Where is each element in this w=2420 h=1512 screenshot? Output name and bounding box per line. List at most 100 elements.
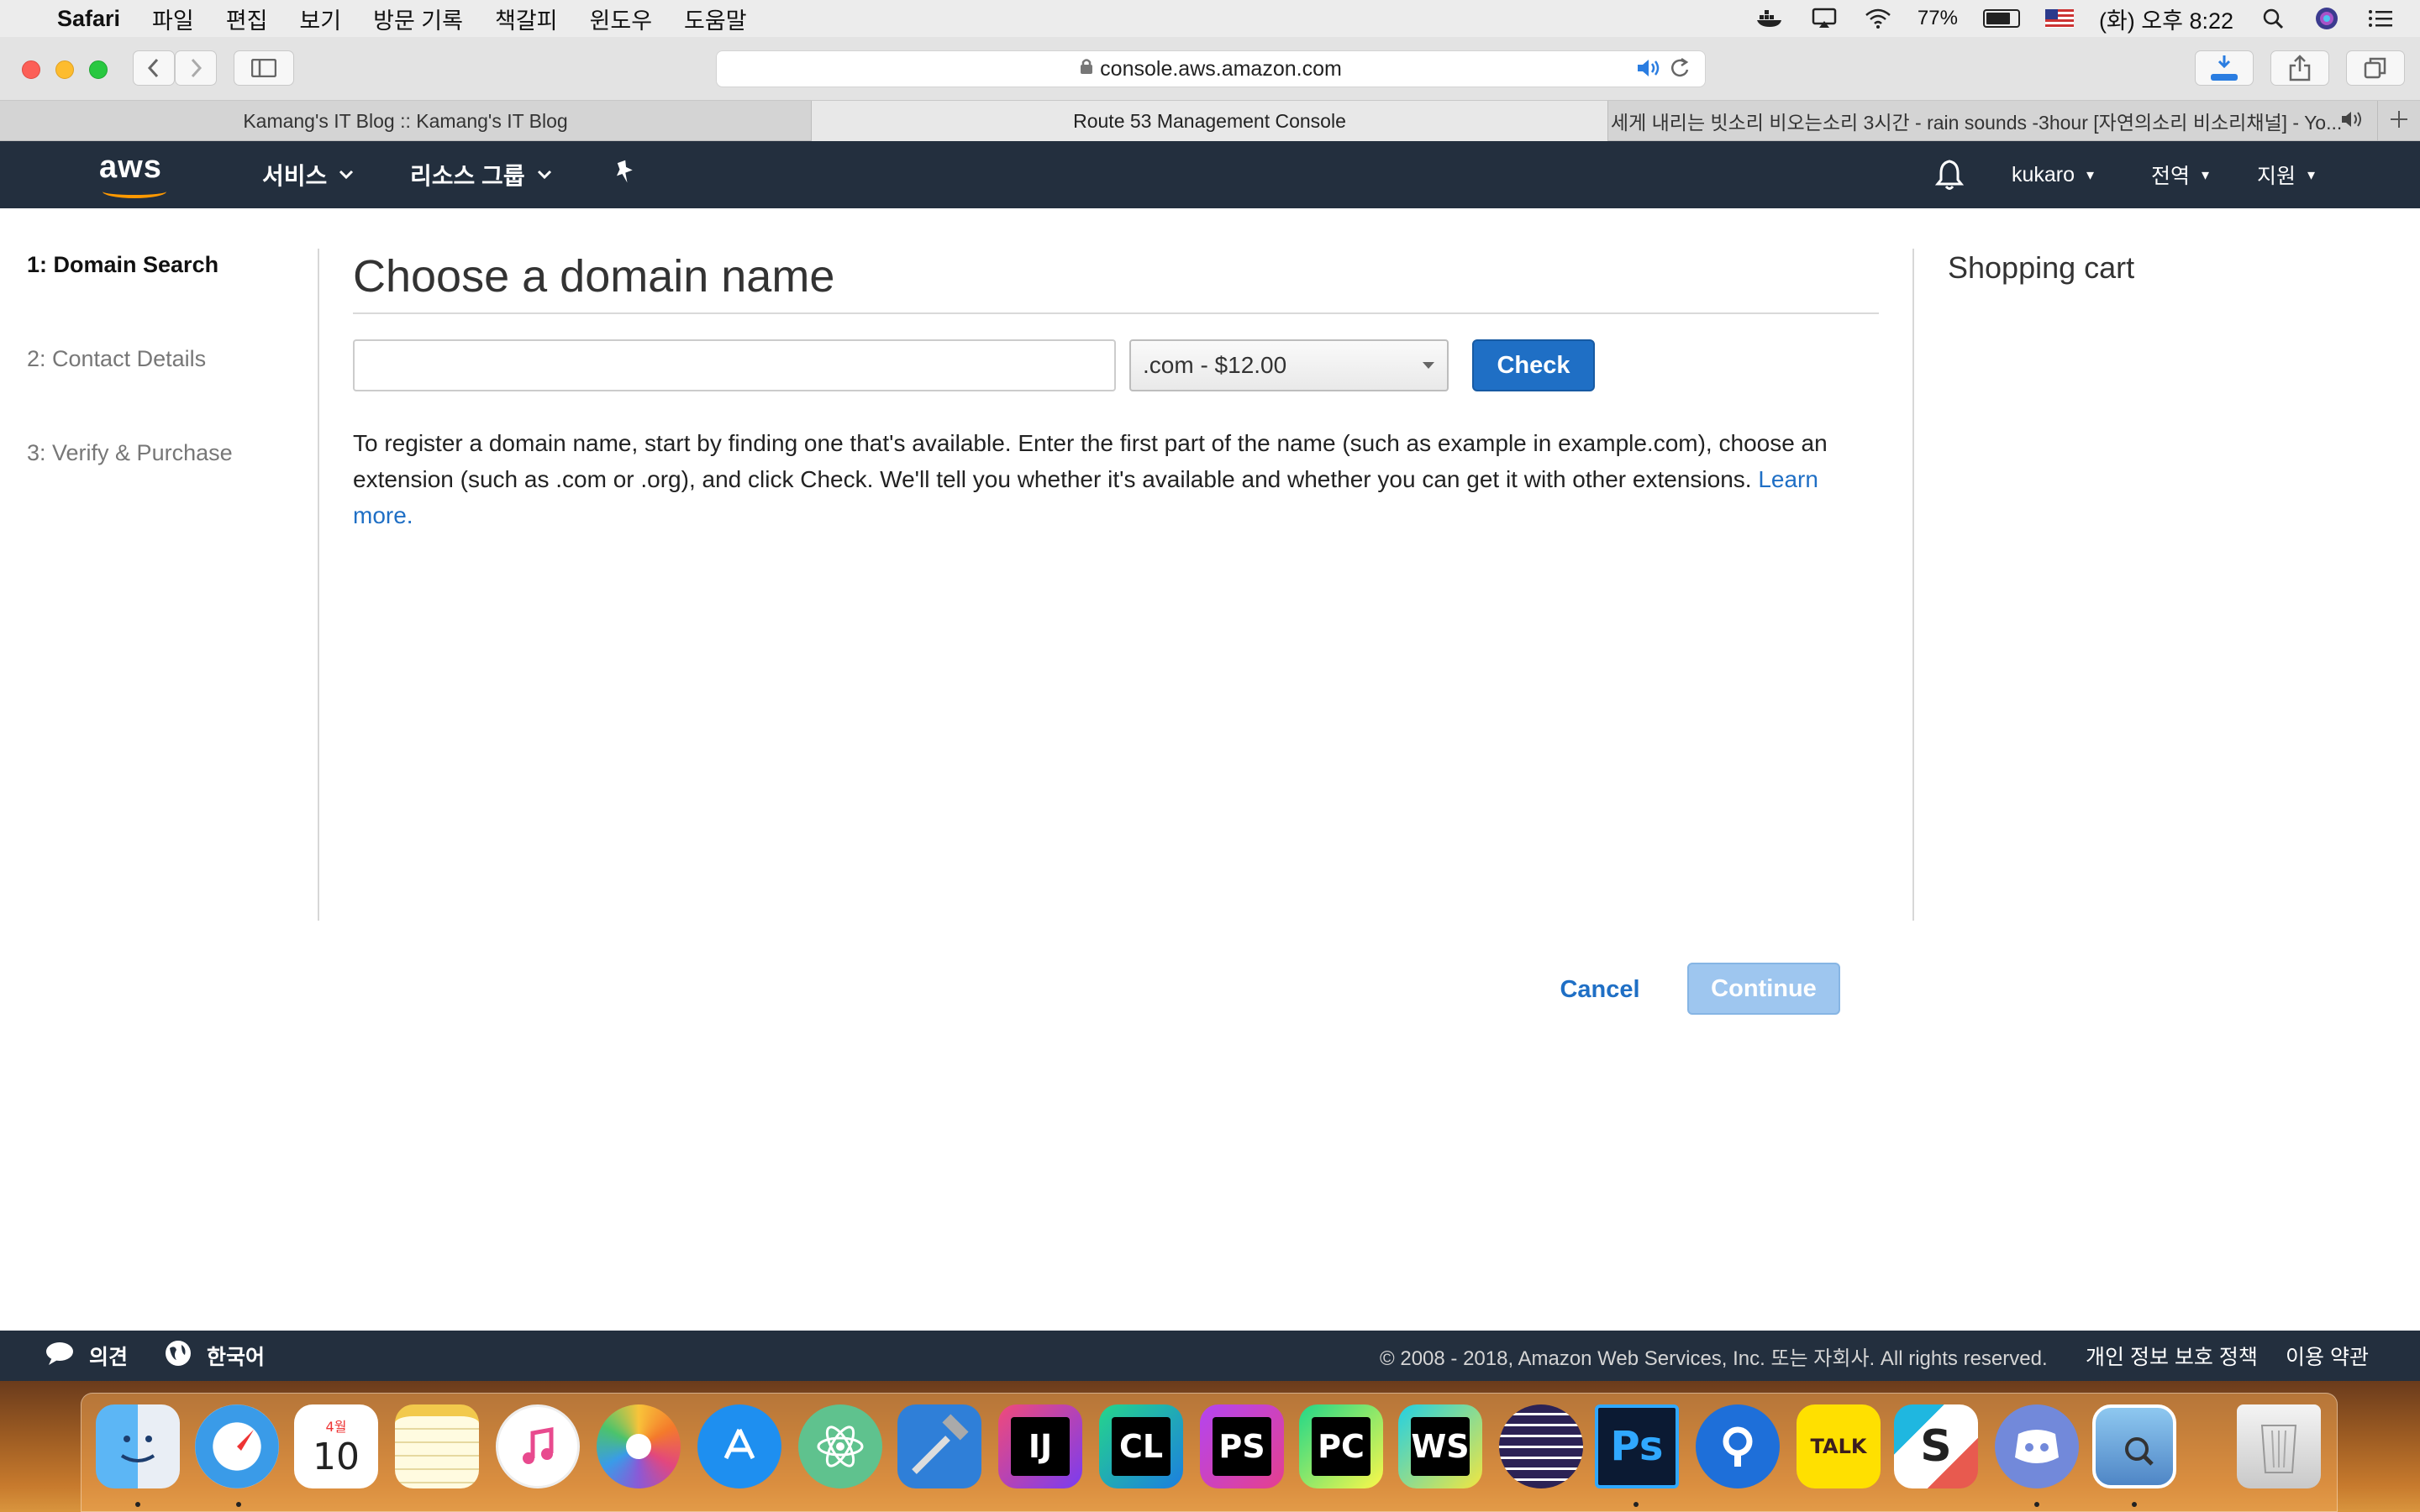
dock-photos[interactable] [597, 1404, 681, 1488]
help-text: To register a domain name, start by find… [353, 425, 1865, 533]
tabs-overview-icon [2364, 57, 2386, 79]
downloads-button[interactable] [2195, 50, 2254, 86]
tab-kamang-blog[interactable]: Kamang's IT Blog :: Kamang's IT Blog [0, 101, 812, 141]
forward-button[interactable] [175, 50, 217, 86]
window-minimize-button[interactable] [55, 60, 74, 79]
tld-select[interactable]: .com - $12.00 [1129, 339, 1449, 391]
new-tab-button[interactable] [2378, 101, 2420, 141]
console-footer: 의견 한국어 © 2008 - 2018, Amazon Web Service… [0, 1331, 2420, 1381]
dock-kakaotalk[interactable]: TALK [1797, 1404, 1881, 1488]
domain-name-input[interactable] [353, 339, 1116, 391]
shopping-cart-title: Shopping cart [1948, 250, 2135, 285]
privacy-policy-link[interactable]: 개인 정보 보호 정책 [2086, 1331, 2258, 1381]
cancel-button[interactable]: Cancel [1551, 966, 1649, 1013]
menu-app-safari[interactable]: Safari [57, 6, 120, 32]
tab-speaker-icon[interactable] [2340, 110, 2365, 134]
wifi-icon[interactable] [1864, 8, 1892, 29]
continue-button[interactable]: Continue [1687, 963, 1840, 1015]
dock-pycharm[interactable]: PC [1299, 1404, 1383, 1488]
dock-webstorm[interactable]: WS [1398, 1404, 1482, 1488]
dock-intellij[interactable]: IJ [998, 1404, 1082, 1488]
atom-icon [817, 1425, 864, 1467]
tab-route53-console[interactable]: Route 53 Management Console [812, 101, 1608, 141]
terms-of-use-link[interactable]: 이용 약관 [2286, 1331, 2369, 1381]
chevron-down-icon [339, 166, 354, 184]
kakaotalk-logo: TALK [1810, 1435, 1867, 1458]
reload-icon[interactable] [1670, 56, 1691, 86]
lock-icon [1080, 58, 1093, 80]
resource-groups-label: 리소스 그룹 [410, 163, 525, 189]
running-indicator [135, 1502, 140, 1507]
safari-toolbar: console.aws.amazon.com [0, 37, 2420, 101]
menu-history[interactable]: 방문 기록 [373, 3, 463, 35]
dock-trash[interactable] [2237, 1404, 2321, 1488]
notification-center-icon[interactable] [2366, 8, 2395, 29]
sidebar-icon [251, 59, 276, 77]
magnifier-icon [2125, 1437, 2154, 1466]
dock-finder[interactable] [96, 1404, 180, 1488]
menu-view[interactable]: 보기 [299, 3, 341, 35]
menu-help[interactable]: 도움말 [684, 3, 747, 35]
dock-atom[interactable] [798, 1404, 882, 1488]
menu-file[interactable]: 파일 [152, 3, 194, 35]
feedback-link[interactable]: 의견 [45, 1331, 128, 1381]
speech-bubble-icon [45, 1341, 74, 1372]
step-domain-search[interactable]: 1: Domain Search [27, 252, 218, 278]
airplay-icon[interactable] [1810, 8, 1839, 29]
back-button[interactable] [133, 50, 175, 86]
dock-xcode[interactable] [897, 1404, 981, 1488]
calendar-day: 10 [313, 1435, 360, 1478]
window-zoom-button[interactable] [89, 60, 108, 79]
aws-logo[interactable]: aws [99, 150, 175, 200]
aws-console-nav: aws 서비스 리소스 그룹 kukaro ▾ 전역 ▾ 지원 ▾ [0, 141, 2420, 208]
region-menu[interactable]: 전역 ▾ [2151, 141, 2209, 208]
share-button[interactable] [2270, 50, 2329, 86]
audio-playing-icon[interactable] [1636, 58, 1661, 84]
language-label: 한국어 [207, 1346, 266, 1369]
account-menu[interactable]: kukaro ▾ [2012, 141, 2094, 208]
pycharm-logo: PC [1312, 1417, 1370, 1476]
chevron-right-icon [191, 58, 203, 78]
siri-icon[interactable] [2312, 8, 2341, 29]
tab-rain-sounds[interactable]: 거세게 내리는 빗소리 비오는소리 3시간 - rain sounds -3ho… [1608, 101, 2378, 141]
dock-phpstorm[interactable]: PS [1200, 1404, 1284, 1488]
calendar-month: 4월 [325, 1418, 347, 1435]
dock-eclipse[interactable] [1499, 1404, 1583, 1488]
services-menu[interactable]: 서비스 [262, 141, 354, 208]
menu-window[interactable]: 윈도우 [590, 3, 653, 35]
language-selector[interactable]: 한국어 [165, 1331, 265, 1381]
dock-preview[interactable] [2092, 1404, 2176, 1488]
macos-menubar: Safari 파일 편집 보기 방문 기록 책갈피 윈도우 도움말 77% (화… [0, 0, 2420, 37]
menubar-clock[interactable]: (화) 오후 8:22 [2099, 3, 2233, 35]
dock-itunes[interactable] [496, 1404, 580, 1488]
running-indicator [1634, 1502, 1639, 1507]
window-close-button[interactable] [22, 60, 40, 79]
dock-discord[interactable] [1995, 1404, 2079, 1488]
show-tabs-button[interactable] [2346, 50, 2405, 86]
dock-notes[interactable] [395, 1404, 479, 1488]
docker-icon[interactable] [1756, 8, 1785, 29]
dock-photoshop[interactable]: Ps [1595, 1404, 1679, 1488]
sidebar-toggle-button[interactable] [234, 50, 294, 86]
dock-slides[interactable]: S [1894, 1404, 1978, 1488]
tab-title: 거세게 내리는 빗소리 비오는소리 3시간 - rain sounds -3ho… [1608, 112, 2343, 134]
resource-groups-menu[interactable]: 리소스 그룹 [410, 141, 552, 208]
support-menu[interactable]: 지원 ▾ [2257, 141, 2315, 208]
feedback-label: 의견 [89, 1346, 129, 1369]
chevron-left-icon [147, 58, 159, 78]
menu-bookmarks[interactable]: 책갈피 [495, 3, 558, 35]
notifications-bell-icon[interactable] [1934, 158, 1965, 192]
spotlight-search-icon[interactable] [2259, 8, 2287, 29]
input-source-flag-icon[interactable] [2044, 9, 2074, 28]
dock-sourcetree[interactable] [1696, 1404, 1780, 1488]
address-bar[interactable]: console.aws.amazon.com [716, 50, 1706, 87]
check-button[interactable]: Check [1472, 339, 1595, 391]
pin-icon[interactable] [613, 160, 635, 192]
dock-calendar[interactable]: 4월 10 [294, 1404, 378, 1488]
dock-app-store[interactable] [697, 1404, 781, 1488]
dock-safari[interactable] [195, 1404, 279, 1488]
dock-clion[interactable]: CL [1099, 1404, 1183, 1488]
clion-logo: CL [1112, 1417, 1171, 1476]
menu-edit[interactable]: 편집 [226, 3, 268, 35]
battery-icon[interactable] [1982, 9, 2020, 28]
